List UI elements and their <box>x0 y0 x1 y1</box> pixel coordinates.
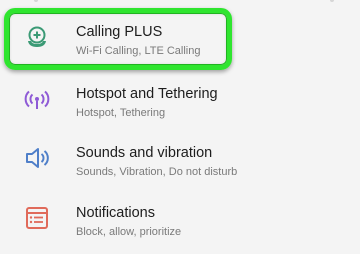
speaker-icon <box>22 143 52 173</box>
settings-item-notifications[interactable]: Notifications Block, allow, prioritize <box>0 193 360 251</box>
hotspot-icon <box>22 84 52 114</box>
settings-item-subtitle: Hotspot, Tethering <box>76 107 166 119</box>
settings-item-hotspot-tethering[interactable]: Hotspot and Tethering Hotspot, Tethering <box>0 74 360 132</box>
dot <box>330 0 334 2</box>
settings-item-title: Notifications <box>76 205 155 221</box>
dot <box>34 0 38 2</box>
top-edge <box>0 0 360 6</box>
settings-item-sounds-vibration[interactable]: Sounds and vibration Sounds, Vibration, … <box>0 133 360 191</box>
settings-item-subtitle: Block, allow, prioritize <box>76 226 182 238</box>
settings-item-subtitle: Sounds, Vibration, Do not disturb <box>76 166 238 178</box>
settings-item-title: Sounds and vibration <box>76 145 213 161</box>
notifications-icon <box>22 203 52 233</box>
highlight-box <box>4 8 232 70</box>
settings-item-title: Hotspot and Tethering <box>76 86 218 102</box>
settings-screen: Calling PLUS Wi-Fi Calling, LTE Calling … <box>0 0 360 254</box>
